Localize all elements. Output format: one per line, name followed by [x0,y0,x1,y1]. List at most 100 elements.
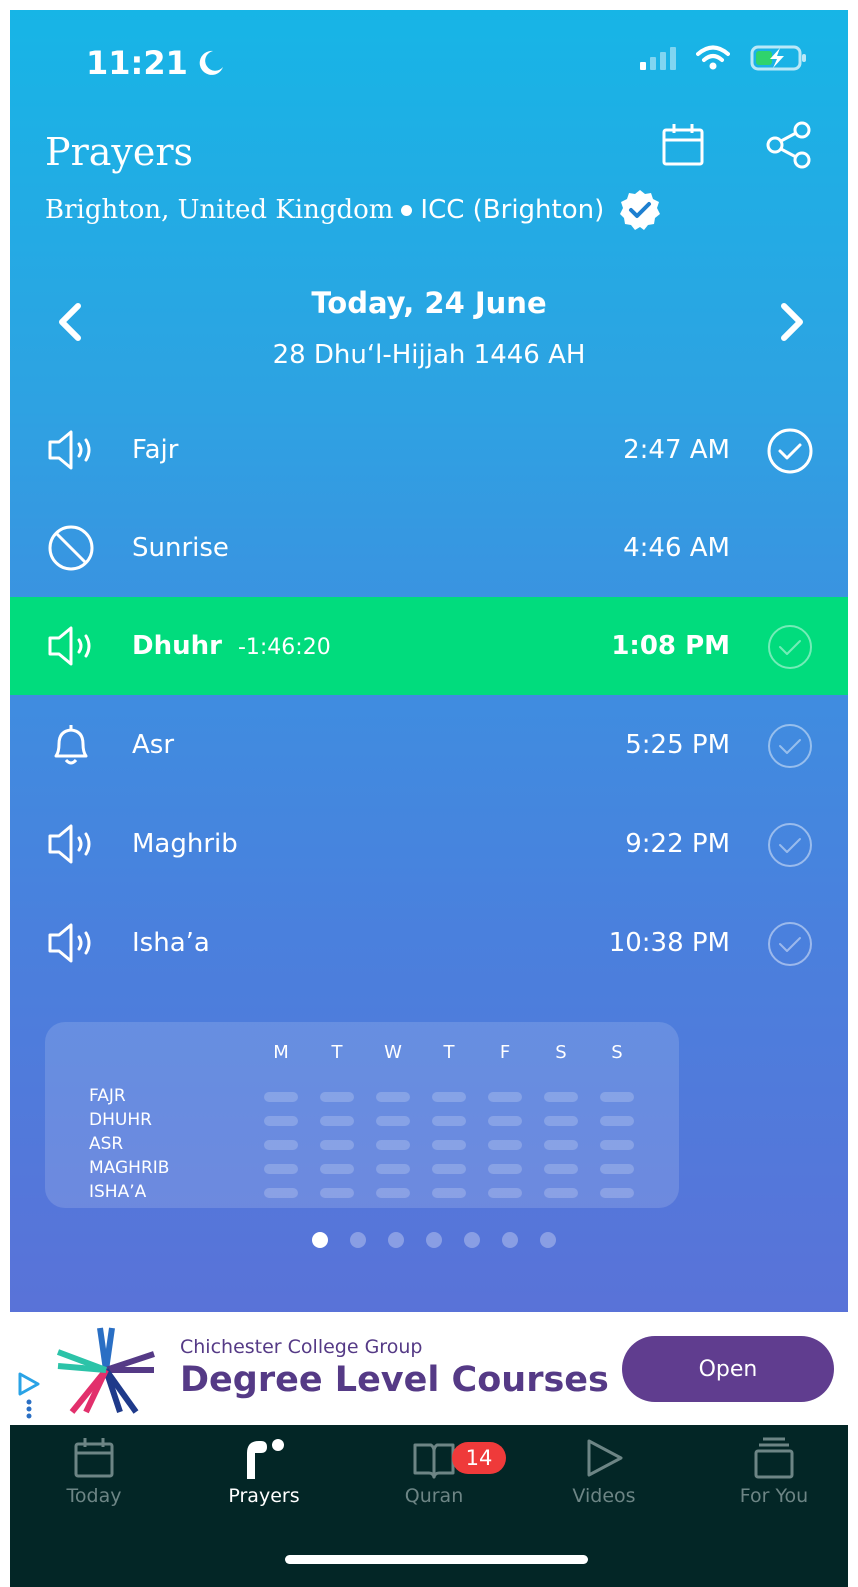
prayer-time: 4:46 AM [623,533,730,563]
page-dot[interactable] [312,1232,328,1248]
tracker-day: S [555,1042,567,1063]
home-indicator[interactable] [285,1555,588,1564]
page-dot[interactable] [388,1232,404,1248]
check-circle-icon[interactable] [766,722,814,770]
page-dot[interactable] [464,1232,480,1248]
tracker-cell[interactable] [264,1188,298,1198]
page-dot[interactable] [540,1232,556,1248]
tracker-cell[interactable] [320,1140,354,1150]
prayer-row-fajr[interactable]: Fajr 2:47 AM [10,401,848,499]
tab-label: Prayers [228,1485,300,1507]
tracker-cell[interactable] [432,1140,466,1150]
prayer-row-ishaa[interactable]: Isha’a 10:38 PM [10,894,848,992]
tracker-cell[interactable] [320,1188,354,1198]
prayer-row-sunrise[interactable]: Sunrise 4:46 AM [10,499,848,597]
tracker-cell[interactable] [488,1092,522,1102]
tracker-prayer-label: FAJR [89,1086,126,1106]
tracker-cell[interactable] [432,1188,466,1198]
tracker-prayer-label: ISHA’A [89,1182,147,1202]
ad-open-button[interactable]: Open [622,1336,834,1402]
location-line[interactable]: Brighton, United Kingdom ICC (Brighton) [45,188,662,232]
prayer-name: Fajr [132,435,179,465]
speaker-icon[interactable] [46,425,96,475]
check-circle-icon[interactable] [766,623,814,671]
tracker-cell[interactable] [376,1092,410,1102]
tracker-cell[interactable] [264,1092,298,1102]
tracker-cell[interactable] [488,1140,522,1150]
tracker-cell[interactable] [600,1092,634,1102]
tab-for-you[interactable]: For You [699,1435,848,1515]
tab-prayers[interactable]: Prayers [189,1435,339,1515]
prayers-logo-icon [247,1439,284,1479]
page-indicator[interactable] [312,1232,556,1248]
adchoices-icon[interactable] [14,1370,44,1420]
tracker-cell[interactable] [432,1116,466,1126]
tracker-cell[interactable] [600,1140,634,1150]
next-day-button[interactable] [762,292,822,352]
check-circle-icon[interactable] [766,427,814,475]
city-label: Brighton, United Kingdom [45,195,394,225]
page-dot[interactable] [426,1232,442,1248]
tracker-day: T [443,1042,455,1063]
speaker-icon[interactable] [46,621,96,671]
tracker-cell[interactable] [320,1092,354,1102]
tracker-cell[interactable] [488,1164,522,1174]
tracker-cell[interactable] [544,1188,578,1198]
prayer-name: Sunrise [132,533,229,563]
calendar-icon [74,1438,114,1478]
check-circle-icon[interactable] [766,920,814,968]
tracker-cell[interactable] [432,1164,466,1174]
tracker-cell[interactable] [376,1116,410,1126]
tab-today[interactable]: Today [19,1435,169,1515]
tab-label: Quran [404,1485,464,1507]
tracker-cell[interactable] [544,1164,578,1174]
ad-banner[interactable]: Chichester College Group Degree Level Co… [10,1312,848,1425]
tab-videos[interactable]: Videos [529,1435,679,1515]
tracker-cell[interactable] [488,1188,522,1198]
tracker-cell[interactable] [600,1188,634,1198]
prayer-time: 2:47 AM [623,435,730,465]
tracker-cell[interactable] [320,1116,354,1126]
prayer-name: Maghrib [132,829,238,859]
tracker-cell[interactable] [432,1092,466,1102]
status-time: 11:21 [86,44,226,82]
tab-label: Today [66,1485,122,1507]
current-date: Today, 24 June [311,286,547,320]
moon-icon [199,50,223,75]
share-button[interactable] [762,118,816,172]
prayer-row-dhuhr[interactable]: Dhuhr -1:46:20 1:08 PM [10,597,848,695]
tracker-cell[interactable] [376,1164,410,1174]
tracker-cell[interactable] [320,1164,354,1174]
tracker-day: M [273,1042,289,1063]
prayer-row-asr[interactable]: Asr 5:25 PM [10,696,848,794]
tracker-cell[interactable] [544,1092,578,1102]
tracker-day: F [499,1042,511,1063]
tracker-cell[interactable] [488,1116,522,1126]
no-sound-icon[interactable] [46,523,96,573]
tracker-prayer-label: ASR [89,1134,124,1154]
page-dot[interactable] [502,1232,518,1248]
weekly-tracker-card[interactable]: M T W T F S S FAJR DHUHR ASR MAGHRIB ISH… [45,1022,679,1208]
tracker-cell[interactable] [264,1140,298,1150]
tracker-cell[interactable] [600,1164,634,1174]
prayer-name: Isha’a [132,928,210,958]
page-dot[interactable] [350,1232,366,1248]
countdown-timer: -1:46:20 [237,635,331,660]
check-circle-icon[interactable] [766,821,814,869]
prayer-time: 9:22 PM [625,829,730,859]
calendar-button[interactable] [656,118,710,172]
prayer-row-maghrib[interactable]: Maghrib 9:22 PM [10,795,848,893]
stack-icon [754,1437,794,1479]
tracker-cell[interactable] [544,1140,578,1150]
tracker-cell[interactable] [264,1164,298,1174]
tracker-cell[interactable] [376,1188,410,1198]
tracker-cell[interactable] [544,1116,578,1126]
tracker-cell[interactable] [264,1116,298,1126]
tracker-cell[interactable] [600,1116,634,1126]
speaker-icon[interactable] [46,918,96,968]
tracker-day: W [384,1042,402,1063]
bell-icon[interactable] [46,720,96,770]
tracker-cell[interactable] [376,1140,410,1150]
speaker-icon[interactable] [46,819,96,869]
hijri-date: 28 Dhu‘l-Hijjah 1446 AH [272,340,586,370]
